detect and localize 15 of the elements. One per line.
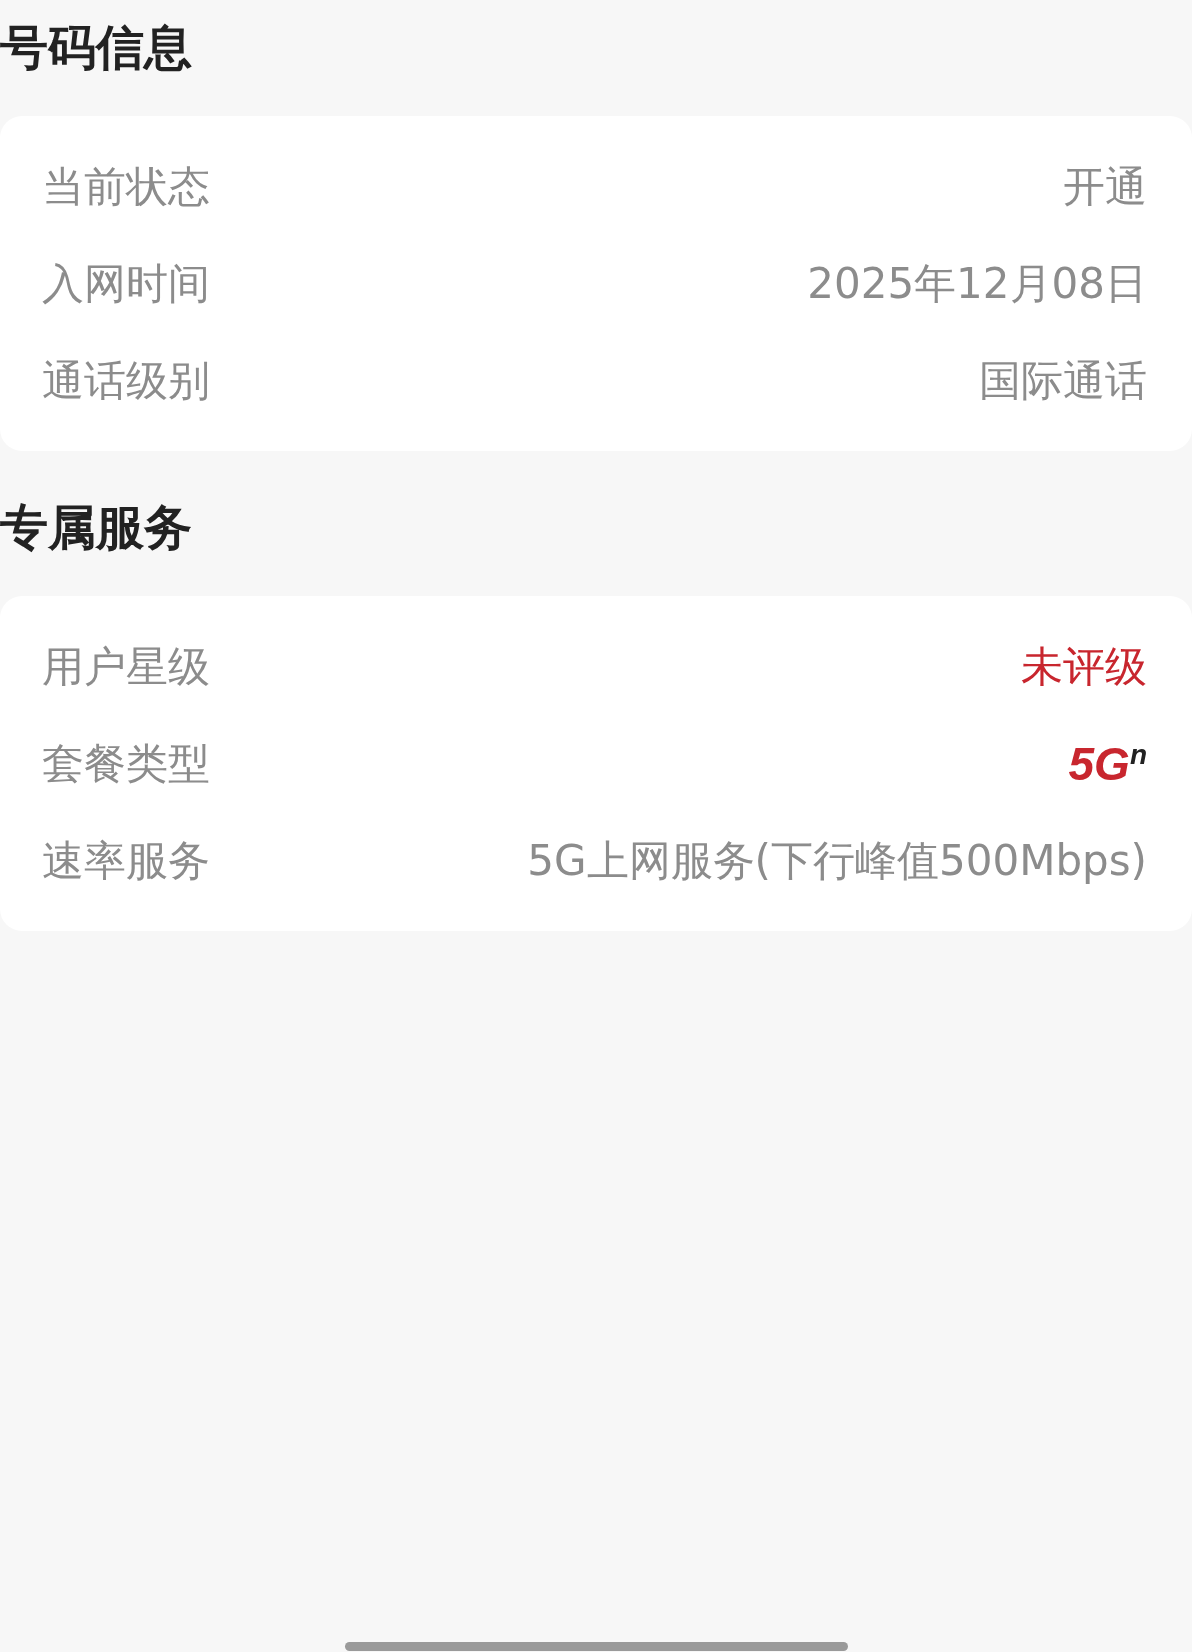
row-label: 当前状态 bbox=[42, 160, 210, 213]
row-label: 速率服务 bbox=[42, 834, 210, 887]
brand-logo: 5G$^{n}$ bbox=[1068, 736, 1147, 791]
row-label: 套餐类型 bbox=[42, 737, 210, 790]
row-label: 通话级别 bbox=[42, 354, 210, 407]
row-value: 5G上网服务(下行峰值500Mbps) bbox=[527, 834, 1147, 887]
row-label: 用户星级 bbox=[42, 640, 210, 693]
row-label: 入网时间 bbox=[42, 257, 210, 310]
row-value: 2025年12月08日 bbox=[807, 257, 1147, 310]
row-value: 国际通话 bbox=[979, 354, 1147, 407]
section-title: 专属服务 bbox=[0, 498, 192, 557]
home-indicator[interactable] bbox=[344, 1642, 848, 1651]
section-title: 号码信息 bbox=[0, 18, 192, 77]
row-value: 开通 bbox=[1063, 160, 1147, 213]
row-value: 未评级 bbox=[1021, 640, 1147, 693]
